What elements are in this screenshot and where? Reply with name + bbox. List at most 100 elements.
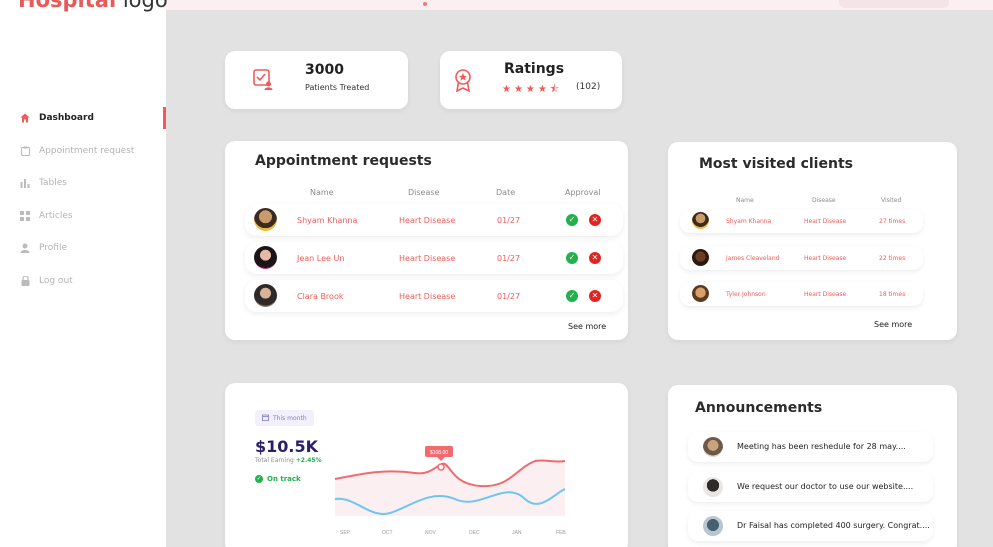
client-disease: Heart Disease — [804, 255, 847, 262]
grid-icon — [20, 211, 30, 221]
patient-disease: Heart Disease — [399, 292, 456, 301]
avatar — [254, 284, 277, 307]
avatar — [703, 477, 723, 497]
patients-treated-card: 3000 Patients Treated — [225, 51, 408, 109]
earnings-card: This month $10.5K Total Earning +2.45% ✓… — [225, 383, 628, 547]
table-row[interactable]: Clara Brook Heart Disease 01/27 ✓ ✕ — [245, 280, 623, 312]
sidebar-item-label: Log out — [39, 276, 73, 286]
home-icon — [20, 113, 30, 123]
list-item[interactable]: James Cleaveland Heart Disease 22 times — [680, 246, 923, 270]
avatar — [254, 208, 277, 231]
ratings-count: (102) — [576, 82, 601, 92]
see-more-link[interactable]: See more — [874, 320, 912, 329]
month-label: OCT — [382, 530, 393, 536]
announcements-title: Announcements — [695, 400, 823, 416]
see-more-link[interactable]: See more — [568, 322, 606, 331]
sidebar-item-label: Articles — [39, 211, 73, 221]
chart-tooltip-text: $108.00 — [430, 450, 448, 456]
lock-icon — [20, 276, 30, 286]
sidebar-item-label: Tables — [39, 178, 67, 188]
column-header-name: Name — [310, 188, 334, 197]
reject-icon[interactable]: ✕ — [589, 290, 601, 302]
avatar — [254, 246, 277, 269]
award-icon — [454, 68, 472, 96]
patient-check-icon — [252, 68, 274, 94]
appointment-requests-card: Appointment requests Name Disease Date A… — [225, 141, 628, 340]
bar-chart-icon — [20, 178, 30, 188]
reject-icon[interactable]: ✕ — [589, 214, 601, 226]
sidebar-item-tables[interactable]: Tables — [0, 172, 166, 194]
total-earning-value: $10.5K — [255, 437, 319, 456]
logo-text-secondary: logo — [122, 0, 168, 12]
sidebar-item-profile[interactable]: Profile — [0, 237, 166, 259]
period-selector[interactable]: This month — [255, 410, 314, 426]
patient-disease: Heart Disease — [399, 254, 456, 263]
approve-icon[interactable]: ✓ — [566, 252, 578, 264]
appointment-requests-title: Appointment requests — [255, 153, 432, 169]
announcement-text: We request our doctor to use our website… — [737, 482, 914, 491]
on-track-label: On track — [267, 475, 301, 483]
list-item[interactable]: Tyler Johnson Heart Disease 18 times — [680, 282, 923, 306]
table-row[interactable]: Shyam Khanna Heart Disease 01/27 ✓ ✕ — [245, 204, 623, 236]
announcement-text: Dr Faisal has completed 400 surgery. Con… — [737, 521, 930, 530]
sidebar-item-label: Profile — [39, 243, 67, 253]
column-header-disease: Disease — [408, 188, 440, 197]
approve-icon[interactable]: ✓ — [566, 214, 578, 226]
most-visited-clients-title: Most visited clients — [699, 156, 853, 172]
column-header-name: Name — [736, 197, 754, 204]
logo[interactable]: Hospital logo — [18, 0, 168, 12]
month-label: NOV — [425, 530, 437, 536]
sidebar-item-label: Appointment request — [39, 146, 135, 156]
sidebar: Hospital logo Dashboard Appointment requ… — [0, 0, 168, 547]
announcement-text: Meeting has been reshedule for 28 may...… — [737, 442, 906, 451]
month-label: DEC — [469, 530, 480, 536]
star-rating: ★★★★⯪ — [502, 84, 563, 95]
logo-text-primary: Hospital — [18, 0, 117, 12]
client-name: James Cleaveland — [726, 255, 780, 262]
sidebar-item-dashboard[interactable]: Dashboard — [0, 107, 166, 129]
total-earning-caption: Total Earning — [255, 457, 294, 464]
column-header-disease: Disease — [812, 197, 836, 204]
announcement-item[interactable]: Meeting has been reshedule for 28 may...… — [688, 432, 933, 462]
patient-name: Shyam Khanna — [297, 216, 358, 225]
avatar — [703, 437, 723, 457]
appointment-date: 01/27 — [497, 254, 521, 263]
sidebar-item-label: Dashboard — [39, 113, 94, 123]
client-visits: 18 times — [879, 291, 906, 298]
table-row[interactable]: Jean Lee Un Heart Disease 01/27 ✓ ✕ — [245, 242, 623, 274]
avatar — [692, 249, 709, 266]
announcements-card: Announcements Meeting has been reshedule… — [668, 385, 957, 547]
patients-treated-label: Patients Treated — [305, 83, 370, 92]
user-icon — [20, 243, 30, 253]
patient-disease: Heart Disease — [399, 216, 456, 225]
column-header-date: Date — [496, 188, 516, 197]
approve-icon[interactable]: ✓ — [566, 290, 578, 302]
avatar — [692, 285, 709, 302]
appointment-date: 01/27 — [497, 292, 521, 301]
top-search-pill[interactable] — [839, 0, 949, 8]
avatar — [692, 212, 709, 229]
total-earning-label: Total Earning +2.45% — [255, 457, 322, 464]
avatar — [703, 516, 723, 536]
client-visits: 22 times — [879, 255, 906, 262]
reject-icon[interactable]: ✕ — [589, 252, 601, 264]
earnings-line-chart: $108.00 SEP OCT NOV DEC JAN FEB — [334, 446, 566, 536]
column-header-approval: Approval — [565, 188, 601, 197]
sidebar-item-articles[interactable]: Articles — [0, 205, 166, 227]
month-label: FEB — [556, 530, 566, 536]
list-item[interactable]: Shyam Khanna Heart Disease 27 times — [680, 209, 923, 233]
most-visited-clients-card: Most visited clients Name Disease Visite… — [668, 142, 957, 340]
patients-treated-value: 3000 — [305, 62, 344, 78]
period-label: This month — [273, 414, 307, 422]
sidebar-item-appointment-request[interactable]: Appointment request — [0, 140, 166, 162]
sidebar-item-logout[interactable]: Log out — [0, 270, 166, 292]
clipboard-icon — [20, 146, 30, 156]
column-header-visited: Visited — [881, 197, 902, 204]
client-disease: Heart Disease — [804, 291, 847, 298]
chart-marker[interactable] — [437, 463, 445, 471]
earning-change: +2.45% — [295, 457, 322, 464]
announcement-item[interactable]: Dr Faisal has completed 400 surgery. Con… — [688, 511, 933, 541]
ratings-card: Ratings ★★★★⯪ (102) — [440, 51, 622, 109]
client-visits: 27 times — [879, 218, 906, 225]
announcement-item[interactable]: We request our doctor to use our website… — [688, 472, 933, 502]
